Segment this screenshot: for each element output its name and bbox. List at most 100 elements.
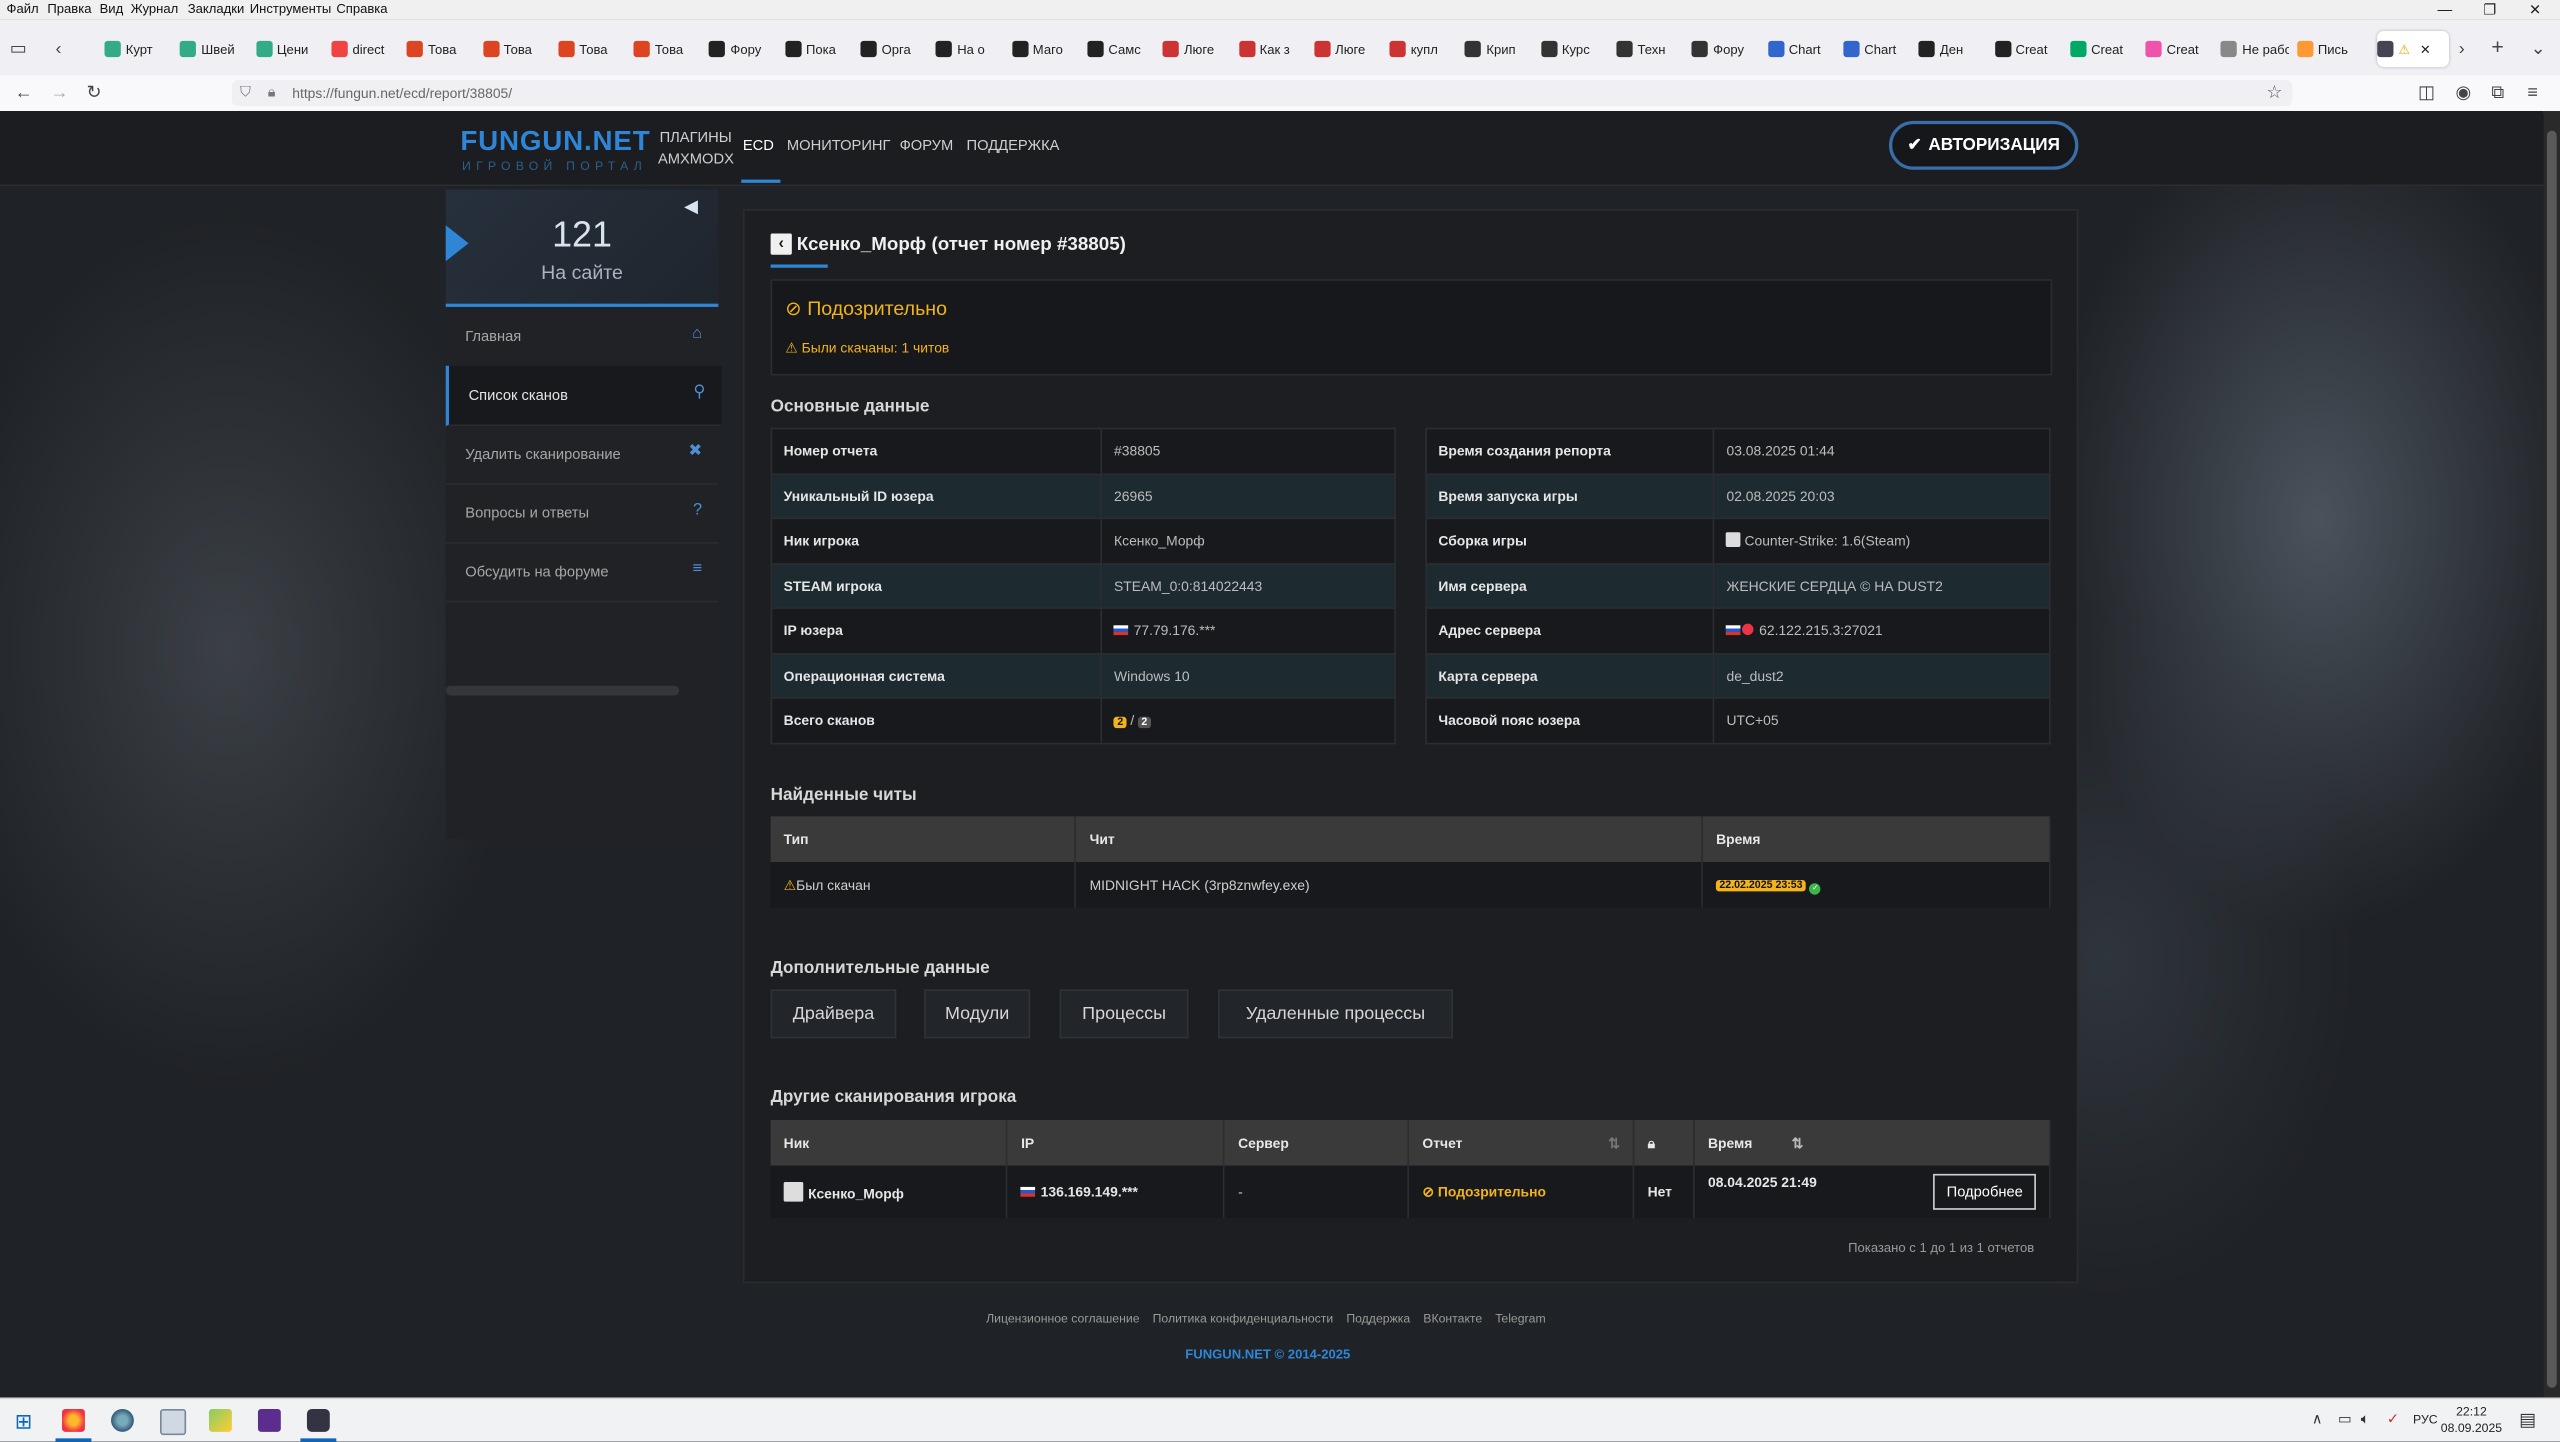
browser-tab[interactable]: Орга [860,31,929,67]
browser-tab[interactable]: Това [406,31,476,67]
system-clock[interactable]: 22:12 08.09.2025 [2441,1404,2502,1437]
close-window-icon[interactable]: ✕ [2529,2,2541,20]
browser-tab[interactable]: Creat [1994,31,2063,67]
column-header-lock[interactable]: 🔒︎ [1633,1119,1695,1166]
column-header-server[interactable]: Сервер [1224,1119,1410,1166]
nav-monitoring[interactable]: МОНИТОРИНГ [787,137,891,153]
browser-tab[interactable]: Това [558,31,627,67]
browser-tab[interactable]: Creat [2069,31,2139,67]
browser-tab[interactable]: Люге [1162,31,1232,67]
browser-tab[interactable]: Фору [1691,31,1761,67]
tab-overflow-icon[interactable]: ⌄ [2531,38,2546,61]
restore-icon[interactable]: ❐ [2483,2,2496,20]
windows-start-icon[interactable]: ⊞ [15,1409,33,1435]
notifications-icon[interactable]: ▤ [2519,1409,2536,1431]
drivers-button[interactable]: Драйвера [770,989,897,1039]
sidebar-item-forum-discuss[interactable]: Обсудить на форуме ≡ [445,542,719,603]
menu-bookmarks[interactable]: Закладки [188,2,245,17]
footer-link-privacy[interactable]: Политика конфиденциальности [1153,1311,1334,1326]
sidebar-item-home[interactable]: Главная ⌂ [445,307,719,368]
paint-taskbar-icon[interactable] [208,1408,232,1432]
processes-button[interactable]: Процессы [1059,989,1189,1039]
nav-support[interactable]: ПОДДЕРЖКА [967,137,1060,153]
nav-ecd[interactable]: ECD [743,137,774,153]
login-button[interactable]: ✔ АВТОРИЗАЦИЯ [1888,120,2079,170]
sidebar-scrollbar[interactable] [445,685,680,696]
browser-tab[interactable]: Фору [709,31,778,67]
browser-tab[interactable]: Не рабо [2221,31,2290,67]
extensions-icon[interactable]: ⧉ [2491,82,2504,105]
menu-edit[interactable]: Правка [47,2,91,17]
sort-icon[interactable]: ⇅ [1792,1134,1804,1150]
nav-forum[interactable]: ФОРУМ [900,137,954,153]
volume-icon[interactable]: 🔈︎ [2361,1411,2370,1429]
lock-icon[interactable]: 🔒︎ [268,83,276,101]
menu-history[interactable]: Журнал [131,2,179,17]
firefox-taskbar-icon[interactable] [62,1408,85,1432]
network-icon[interactable]: ▭ [2338,1411,2352,1429]
steam-id-link[interactable]: STEAM_0:0:814022443 [1100,562,1396,609]
reload-icon[interactable]: ↻ [87,82,102,105]
app-menu-icon[interactable]: ≡ [2527,82,2537,105]
browser-tab[interactable]: Люге [1313,31,1383,67]
column-header-nick[interactable]: Ник [770,1119,1009,1166]
tray-chevron-icon[interactable]: ∧ [2312,1411,2323,1429]
page-scrollbar[interactable] [2543,111,2560,1398]
browser-tab[interactable]: Самс [1087,31,1156,67]
browser-tab-active[interactable]: ⚠ ✕ [2377,31,2449,67]
site-logo[interactable]: FUNGUN.NET [460,126,650,159]
column-header-ip[interactable]: IP [1007,1119,1226,1166]
modules-button[interactable]: Модули [924,989,1031,1039]
column-header-time[interactable]: Время ⇅ [1694,1119,2051,1166]
browser-tab[interactable]: Пока [784,31,854,67]
cs-taskbar-icon[interactable] [306,1408,330,1432]
browser-tab[interactable]: Крип [1465,31,1534,67]
browser-tab[interactable]: Ден [1918,31,1988,67]
browser-tab[interactable]: Курс [1540,31,1610,67]
browser-tab[interactable]: Маго [1011,31,1081,67]
menu-tools[interactable]: Инструменты [250,2,331,17]
account-icon[interactable]: ◉ [2456,82,2472,105]
browser-tab[interactable]: Техн [1616,31,1685,67]
browser-tab[interactable]: Швей [180,31,249,67]
sort-icon[interactable]: ⇅ [1608,1134,1620,1152]
footer-link-license[interactable]: Лицензионное соглашение [986,1311,1139,1326]
sidebar-item-delete-scan[interactable]: Удалить сканирование ✖ [445,424,719,485]
url-bar[interactable]: ⛉ 🔒︎ https://fungun.net/ecd/report/38805… [231,79,2293,107]
forward-icon[interactable]: → [51,82,69,105]
deleted-processes-button[interactable]: Удаленные процессы [1217,989,1454,1039]
sidebar-item-faq[interactable]: Вопросы и ответы ? [445,483,719,544]
footer-link-telegram[interactable]: Telegram [1495,1311,1545,1326]
close-tab-icon[interactable]: ✕ [2420,42,2431,57]
notepad-taskbar-icon[interactable] [159,1408,187,1436]
back-arrow-icon[interactable]: ‹ [770,233,792,255]
browser-tab[interactable]: Chart [1767,31,1836,67]
browser-tab[interactable]: Chart [1843,31,1912,67]
footer-link-support[interactable]: Поддержка [1346,1311,1410,1326]
browser-tab[interactable]: direct [331,31,400,67]
browser-tab[interactable]: Пись [2296,31,2366,67]
browser-tab[interactable]: Курт [104,31,173,67]
browser-tab[interactable]: На о [935,31,1005,67]
menu-view[interactable]: Вид [100,2,124,17]
footer-link-vk[interactable]: ВКонтакте [1423,1311,1482,1326]
minimize-icon[interactable]: — [2438,2,2453,18]
back-icon[interactable]: ← [15,82,33,105]
page-scrollbar-thumb[interactable] [2546,130,2557,1388]
keyboard-language[interactable]: РУС [2413,1412,2438,1427]
shield-icon[interactable]: ⛉ [240,83,251,101]
ide-taskbar-icon[interactable] [257,1408,281,1432]
browser-tab[interactable]: Цени [255,31,325,67]
menu-file[interactable]: Файл [7,2,39,17]
pocket-icon[interactable]: ◫ [2418,82,2435,105]
scan-nick[interactable]: Ксенко_Морф [770,1165,1009,1218]
bookmark-star-icon[interactable]: ☆ [2266,82,2282,103]
antivirus-icon[interactable]: ✓ [2387,1411,2399,1429]
browser-tab[interactable]: Creat [2145,31,2214,67]
details-button[interactable]: Подробнее [1933,1173,2036,1210]
nav-plugins-line1[interactable]: ПЛАГИНЫ [660,129,732,145]
menu-help[interactable]: Справка [336,2,387,17]
new-tab-icon[interactable]: + [2491,35,2503,59]
sidebar-item-scan-list[interactable]: Список сканов ⚲ [445,365,722,427]
browser-tab[interactable]: Как з [1238,31,1307,67]
